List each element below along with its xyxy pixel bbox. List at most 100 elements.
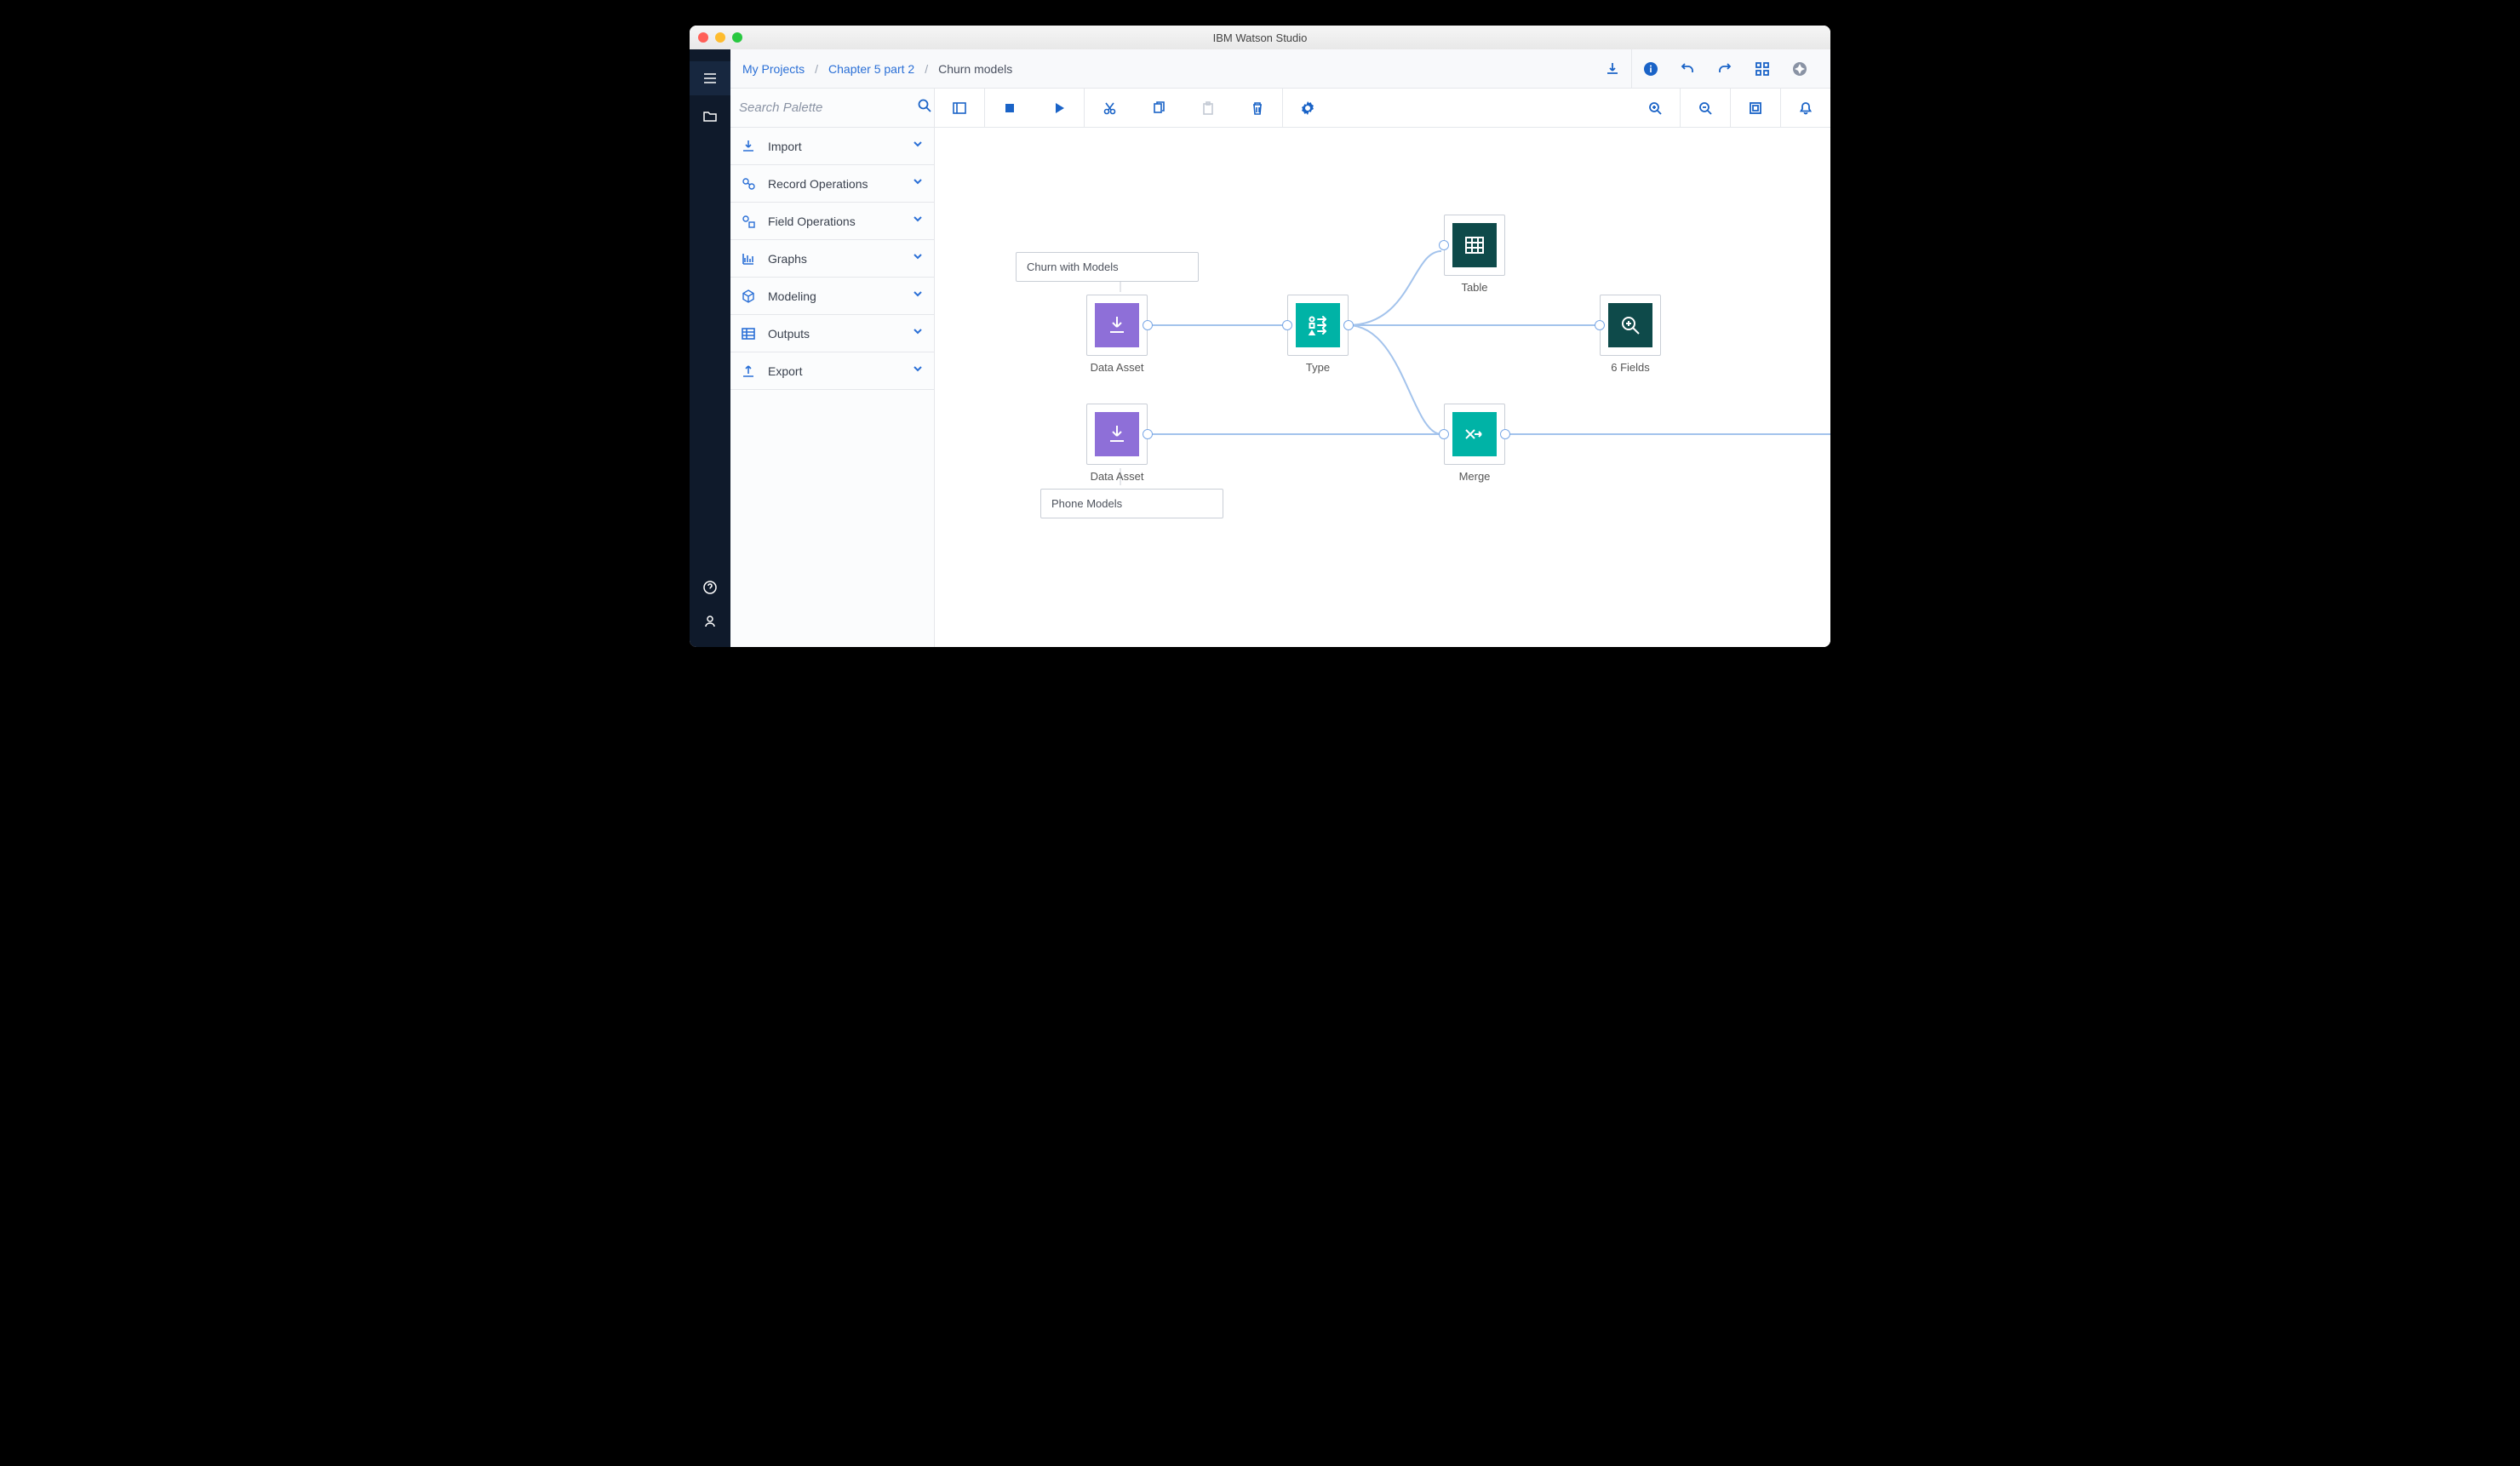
palette-item-import[interactable]: Import: [730, 128, 934, 165]
layout-icon: [1755, 61, 1770, 77]
fit-button[interactable]: [1731, 89, 1780, 128]
node-fields[interactable]: 6 Fields: [1600, 295, 1661, 374]
profile-button[interactable]: [690, 604, 730, 639]
node-data-asset-1[interactable]: Data Asset: [1086, 295, 1148, 374]
topbar-actions: [1594, 49, 1818, 89]
table-icon: [1452, 223, 1497, 267]
zoom-out-button[interactable]: [1681, 89, 1730, 128]
left-rail: [690, 49, 730, 647]
undo-button[interactable]: [1669, 49, 1706, 89]
data-asset-icon: [1095, 303, 1139, 347]
node-type[interactable]: Type: [1287, 295, 1349, 374]
output-port[interactable]: [1143, 429, 1153, 439]
palette-item-label: Field Operations: [768, 215, 902, 228]
layout-button[interactable]: [1744, 49, 1781, 89]
chevron-down-icon: [912, 288, 924, 304]
search-icon[interactable]: [917, 98, 932, 117]
redo-icon: [1717, 61, 1732, 77]
hamburger-icon: [702, 71, 718, 86]
export-icon: [741, 364, 758, 379]
output-port[interactable]: [1143, 320, 1153, 330]
breadcrumb-link-chapter[interactable]: Chapter 5 part 2: [828, 62, 914, 76]
annotation-text: Phone Models: [1051, 497, 1122, 510]
node-table[interactable]: Table: [1444, 215, 1505, 294]
data-asset-icon: [1095, 412, 1139, 456]
info-button[interactable]: [1631, 49, 1669, 89]
palette-item-label: Modeling: [768, 289, 902, 303]
modeling-icon: [741, 289, 758, 304]
canvas-toolbar: [935, 89, 1830, 128]
link-layer: [935, 128, 1830, 647]
node-label: Type: [1306, 361, 1330, 374]
palette-item-label: Import: [768, 140, 902, 153]
window-title: IBM Watson Studio: [690, 31, 1830, 44]
palette-item-label: Graphs: [768, 252, 902, 266]
download-button[interactable]: [1594, 49, 1631, 89]
redo-button[interactable]: [1706, 49, 1744, 89]
annotation-text: Churn with Models: [1027, 261, 1119, 273]
app-window: IBM Watson Studio My Projects /: [690, 26, 1830, 647]
breadcrumb-sep: /: [815, 62, 818, 76]
chevron-down-icon: [912, 175, 924, 192]
input-port[interactable]: [1595, 320, 1605, 330]
chevron-down-icon: [912, 325, 924, 341]
input-port[interactable]: [1439, 240, 1449, 250]
canvas-wrap: Churn with Models Phone Models: [935, 89, 1830, 647]
node-data-asset-2[interactable]: Data Asset: [1086, 404, 1148, 483]
palette-item-outputs[interactable]: Outputs: [730, 315, 934, 352]
output-port[interactable]: [1500, 429, 1510, 439]
palette-item-label: Export: [768, 364, 902, 378]
breadcrumb-link-projects[interactable]: My Projects: [742, 62, 805, 76]
info-icon: [1643, 61, 1658, 77]
paste-button[interactable]: [1183, 89, 1233, 128]
search-row: [730, 89, 934, 128]
input-port[interactable]: [1439, 429, 1449, 439]
annotation-phone[interactable]: Phone Models: [1040, 489, 1223, 518]
palette-item-label: Outputs: [768, 327, 902, 341]
annotation-churn[interactable]: Churn with Models: [1016, 252, 1199, 282]
run-button[interactable]: [1034, 89, 1084, 128]
breadcrumb-current: Churn models: [938, 62, 1012, 76]
node-label: 6 Fields: [1611, 361, 1650, 374]
cut-button[interactable]: [1085, 89, 1134, 128]
palette-item-modeling[interactable]: Modeling: [730, 278, 934, 315]
delete-button[interactable]: [1233, 89, 1282, 128]
titlebar: IBM Watson Studio: [690, 26, 1830, 49]
help-button[interactable]: [690, 570, 730, 604]
palette-item-label: Record Operations: [768, 177, 902, 191]
breadcrumb-sep: /: [925, 62, 928, 76]
profile-icon: [702, 614, 718, 629]
palette-item-export[interactable]: Export: [730, 352, 934, 390]
palette-panel: Import Record Operations Field Operation…: [730, 89, 935, 647]
settings-button[interactable]: [1283, 89, 1332, 128]
type-icon: [1296, 303, 1340, 347]
chevron-down-icon: [912, 213, 924, 229]
app-body: My Projects / Chapter 5 part 2 / Churn m…: [690, 49, 1830, 647]
undo-icon: [1680, 61, 1695, 77]
chevron-down-icon: [912, 363, 924, 379]
notifications-button[interactable]: [1781, 89, 1830, 128]
zoom-in-button[interactable]: [1630, 89, 1680, 128]
field-ops-icon: [741, 214, 758, 229]
palette-item-record-ops[interactable]: Record Operations: [730, 165, 934, 203]
help-icon: [702, 580, 718, 595]
compass-button[interactable]: [1781, 49, 1818, 89]
record-ops-icon: [741, 176, 758, 192]
node-merge[interactable]: Merge: [1444, 404, 1505, 483]
copy-button[interactable]: [1134, 89, 1183, 128]
input-port[interactable]: [1282, 320, 1292, 330]
flow-canvas[interactable]: Churn with Models Phone Models: [935, 128, 1830, 647]
folder-button[interactable]: [690, 99, 730, 133]
node-label: Data Asset: [1091, 361, 1144, 374]
menu-button[interactable]: [690, 61, 730, 95]
node-label: Table: [1461, 281, 1487, 294]
palette-item-field-ops[interactable]: Field Operations: [730, 203, 934, 240]
chevron-down-icon: [912, 250, 924, 266]
panel-toggle-button[interactable]: [935, 89, 984, 128]
compass-icon: [1792, 61, 1807, 77]
output-port[interactable]: [1343, 320, 1354, 330]
palette-item-graphs[interactable]: Graphs: [730, 240, 934, 278]
stop-button[interactable]: [985, 89, 1034, 128]
workspace: Import Record Operations Field Operation…: [730, 89, 1830, 647]
search-input[interactable]: [739, 100, 910, 115]
